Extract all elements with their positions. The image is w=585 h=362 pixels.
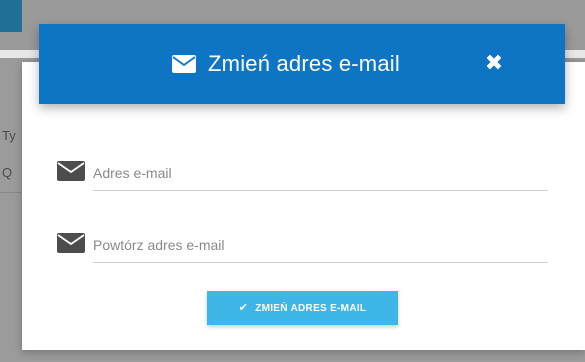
- change-email-submit-button[interactable]: ✔ ZMIEŃ ADRES E-MAIL: [207, 291, 398, 325]
- envelope-icon: [57, 233, 85, 253]
- envelope-icon: [57, 161, 85, 181]
- background-topbar-accent: [0, 0, 22, 32]
- repeat-email-field-row: [57, 228, 548, 263]
- check-icon: ✔: [238, 301, 249, 314]
- submit-button-label: ZMIEŃ ADRES E-MAIL: [255, 302, 367, 314]
- modal-title: Zmień adres e-mail: [208, 51, 400, 76]
- repeat-email-field[interactable]: [93, 228, 548, 263]
- close-button[interactable]: ✖: [483, 52, 505, 74]
- envelope-icon: [172, 55, 197, 73]
- modal-header: Zmień adres e-mail ✖: [39, 24, 565, 104]
- background-text: Q: [2, 165, 13, 180]
- email-field[interactable]: [93, 156, 548, 191]
- email-field-row: [57, 156, 548, 191]
- modal-title-group: Zmień adres e-mail: [172, 51, 400, 77]
- close-icon[interactable]: ✖: [485, 50, 503, 75]
- background-text: Ty: [2, 128, 16, 143]
